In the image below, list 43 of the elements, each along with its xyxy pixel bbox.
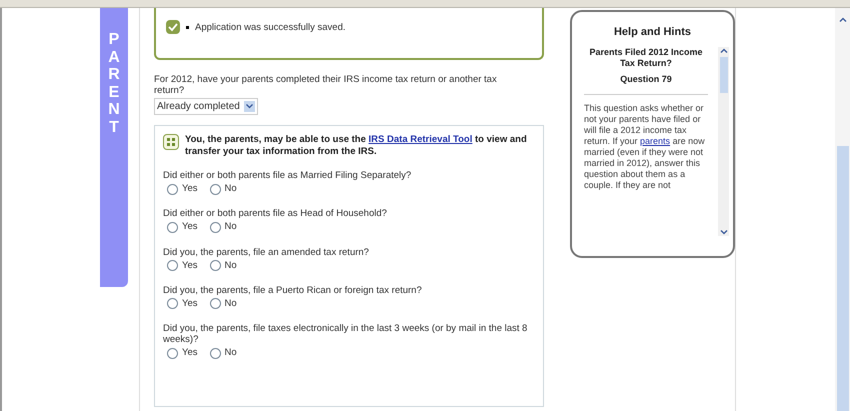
radio-option[interactable]: No bbox=[210, 220, 237, 234]
radio-option[interactable]: Yes bbox=[167, 296, 198, 311]
help-scrollbar[interactable] bbox=[718, 46, 729, 236]
question-label: Did you, the parents, file an amended tax return? bbox=[163, 246, 370, 258]
radio-button[interactable] bbox=[210, 260, 220, 272]
question-label: Did you, the parents, file a Puerto Rican or foreign tax return? bbox=[163, 284, 423, 296]
parents-link[interactable]: parents bbox=[640, 136, 670, 146]
radio-button[interactable] bbox=[210, 184, 220, 195]
radio-button[interactable] bbox=[167, 298, 178, 310]
radio-button[interactable] bbox=[167, 184, 178, 195]
radio-option[interactable]: No bbox=[210, 258, 237, 273]
retrieval-tool-link[interactable]: IRS Data Retrieval Tool bbox=[368, 134, 472, 145]
scroll-down-icon[interactable] bbox=[720, 228, 728, 236]
page-scrollbar[interactable] bbox=[835, 8, 850, 411]
radio-button[interactable] bbox=[167, 348, 178, 359]
radio-button[interactable] bbox=[210, 298, 220, 310]
radio-option[interactable]: No bbox=[210, 296, 237, 311]
help-topic: Parents Filed 2012 Income Tax Return? bbox=[588, 46, 704, 68]
scroll-thumb[interactable] bbox=[720, 56, 728, 92]
scroll-up-icon[interactable] bbox=[838, 16, 846, 24]
radio-button[interactable] bbox=[167, 260, 178, 272]
help-text: This question asks whether or not your parents have filed or will file a 2012 income tax return. If your parents are now married (even if they were not married in 2012), answer this question about them as a couple. If they are not bbox=[584, 103, 706, 191]
radio-option[interactable]: No bbox=[210, 182, 237, 196]
question-label: For 2012, have your parents completed their IRS income tax return or another tax return? bbox=[154, 74, 498, 96]
retrieval-tool-notice: You, the parents, may be able to use the IRS Data Retrieval Tool to view and transfer your tax information from the IRS. bbox=[185, 134, 528, 158]
question-label: Did you, the parents, file taxes electronically in the last 3 weeks (or by mail in the last 8 weeks)? bbox=[163, 323, 528, 345]
radio-option[interactable]: Yes bbox=[167, 258, 198, 273]
radio-button[interactable] bbox=[210, 222, 220, 233]
help-question-number: Question 79 bbox=[619, 72, 673, 86]
scroll-up-icon[interactable] bbox=[720, 46, 728, 54]
status-dropdown[interactable]: Already completed bbox=[154, 98, 258, 115]
radio-button[interactable] bbox=[167, 222, 178, 233]
grid-icon bbox=[163, 134, 179, 150]
radio-option[interactable]: Yes bbox=[167, 346, 198, 360]
help-title: Help and Hints bbox=[612, 25, 692, 40]
question-label: Did either or both parents file as Head of Household? bbox=[163, 208, 388, 220]
scroll-thumb[interactable] bbox=[836, 146, 848, 411]
radio-option[interactable]: Yes bbox=[167, 182, 198, 196]
radio-option[interactable]: No bbox=[210, 346, 237, 360]
radio-option[interactable]: Yes bbox=[167, 220, 198, 234]
notice-message: Application was successfully saved. bbox=[195, 21, 346, 35]
radio-button[interactable] bbox=[210, 348, 220, 359]
question-label: Did either or both parents file as Married Filing Separately? bbox=[163, 170, 412, 181]
